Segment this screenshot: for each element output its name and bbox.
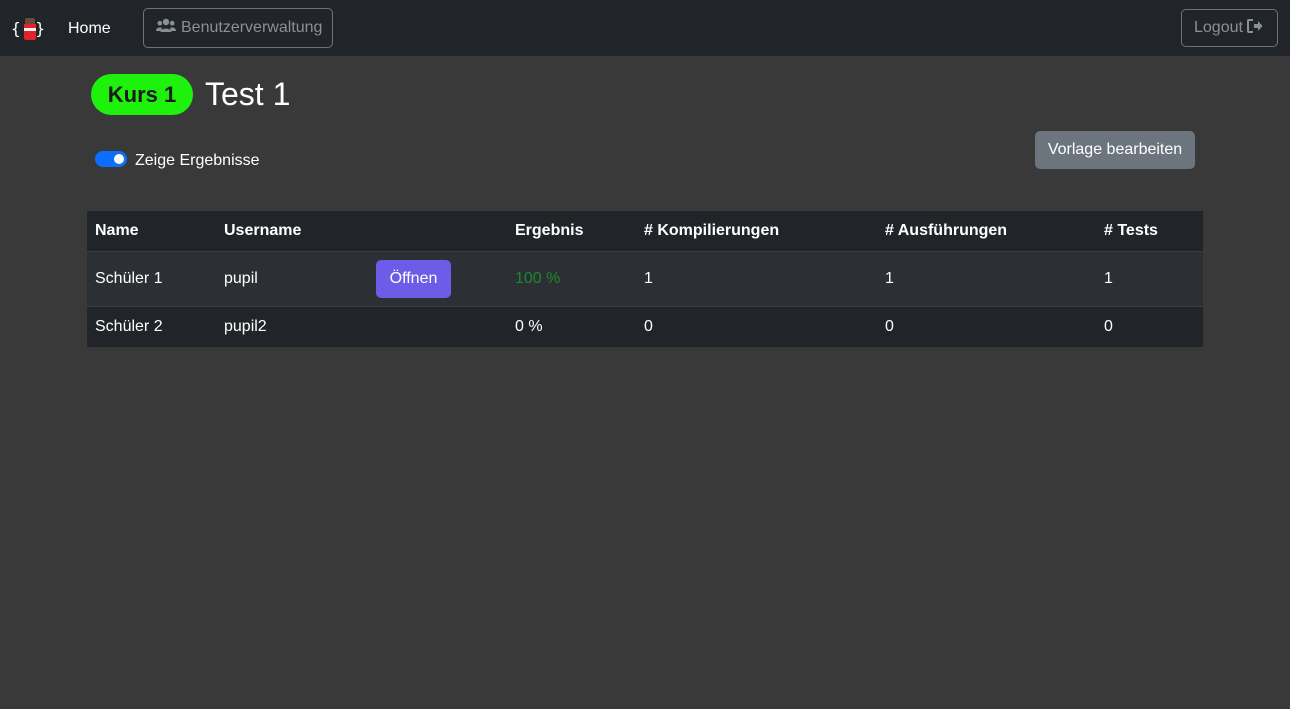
page-title: Test 1 <box>205 76 291 112</box>
user-management-label: Benutzerverwaltung <box>181 19 323 36</box>
users-icon <box>156 18 176 39</box>
brace-left-glyph: { <box>11 19 21 38</box>
cell-result: 100 % <box>507 251 636 307</box>
cell-executions: 1 <box>877 251 1096 307</box>
cell-username: pupil2 <box>224 317 267 335</box>
table-header-row: Name Username Ergebnis # Kompilierungen … <box>87 211 1203 252</box>
logout-button[interactable]: Logout <box>1181 9 1278 47</box>
table-row: Schüler 2 pupil2 0 % 0 0 0 <box>87 306 1203 347</box>
column-header-executions: # Ausführungen <box>877 211 1096 252</box>
cell-action: Öffnen <box>362 251 507 307</box>
results-table: Name Username Ergebnis # Kompilierungen … <box>87 211 1203 347</box>
cell-compilations: 1 <box>636 251 877 307</box>
navbar: { } Home Benutzerverwaltung Logout <box>0 0 1290 56</box>
column-header-name: Name <box>87 211 216 252</box>
cell-name: Schüler 1 <box>87 251 216 307</box>
column-header-result: Ergebnis <box>507 211 636 252</box>
toggle-knob <box>114 154 124 164</box>
column-header-compilations: # Kompilierungen <box>636 211 877 252</box>
user-management-button[interactable]: Benutzerverwaltung <box>143 8 333 48</box>
cell-action <box>362 306 507 347</box>
coffee-cup-icon <box>23 18 36 40</box>
cell-executions: 0 <box>885 317 894 335</box>
cell-username: pupil <box>216 251 362 307</box>
logout-label: Logout <box>1194 19 1243 36</box>
column-header-action <box>362 211 507 252</box>
column-header-tests: # Tests <box>1096 211 1203 252</box>
cell-result: 0 % <box>515 317 543 335</box>
edit-template-button[interactable]: Vorlage bearbeiten <box>1035 131 1195 169</box>
show-results-toggle[interactable] <box>95 151 127 167</box>
column-header-username: Username <box>216 211 362 252</box>
brand-logo[interactable]: { } <box>11 16 45 42</box>
cell-name: Schüler 2 <box>95 317 163 335</box>
nav-home-link[interactable]: Home <box>68 19 111 39</box>
brace-right-glyph: } <box>35 19 45 38</box>
cell-tests: 0 <box>1104 317 1113 335</box>
sign-out-icon <box>1246 18 1263 38</box>
open-button[interactable]: Öffnen <box>376 259 451 298</box>
table-row: Schüler 1 pupil Öffnen 100 % 1 1 1 <box>87 251 1203 307</box>
show-results-label[interactable]: Zeige Ergebnisse <box>135 151 260 171</box>
cell-compilations: 0 <box>644 317 653 335</box>
course-badge: Kurs 1 <box>91 74 193 115</box>
cell-tests: 1 <box>1096 251 1203 307</box>
